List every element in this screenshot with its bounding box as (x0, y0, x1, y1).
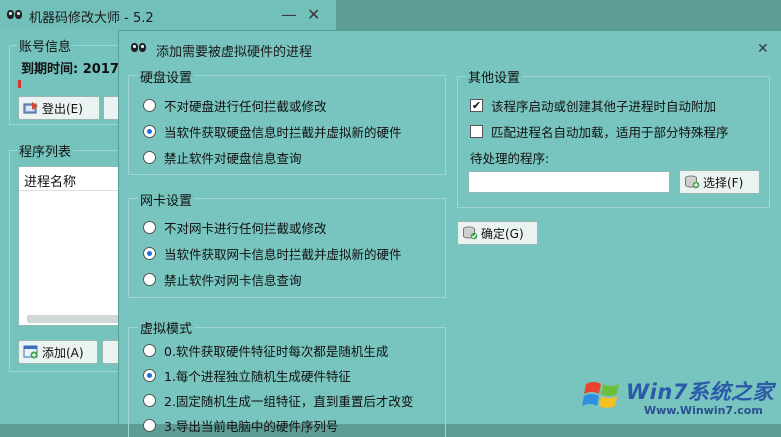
logout-label: 登出(E) (42, 101, 83, 116)
close-button[interactable]: ✕ (307, 7, 320, 23)
ok-label: 确定(G) (481, 226, 524, 241)
radio-button-selected[interactable] (143, 247, 156, 260)
disk-option-2[interactable]: 禁止软件对硬盘信息查询 (143, 148, 302, 167)
process-name-column-header[interactable]: 进程名称 (19, 167, 119, 191)
choose-label: 选择(F) (703, 175, 744, 190)
windows-logo-icon (582, 382, 619, 408)
radio-button[interactable] (143, 394, 156, 407)
virtual-mode-label: 虚拟模式 (138, 318, 195, 337)
list-scrollbar[interactable] (27, 315, 119, 323)
virtual-option-0[interactable]: 0.软件获取硬件特征时每次都是随机生成 (143, 341, 388, 360)
account-group-label: 账号信息 (17, 36, 74, 55)
match-name-checkbox[interactable] (470, 125, 483, 138)
radio-button[interactable] (143, 221, 156, 234)
site-watermark: Win7系统之家 Www.Winwin7.com (582, 372, 781, 424)
add-process-dialog: 添加需要被虚拟硬件的进程 ✕ 硬盘设置 不对硬盘进行任何拦截或修改 当软件获取硬… (118, 30, 781, 437)
radio-button-selected[interactable] (143, 369, 156, 382)
auto-attach-checkbox-row[interactable]: ✔ 该程序启动或创建其他子进程时自动附加 (470, 96, 716, 115)
nic-settings-label: 网卡设置 (138, 190, 195, 209)
disk-settings-label: 硬盘设置 (138, 67, 195, 86)
choose-button[interactable]: 选择(F) (679, 170, 760, 194)
expiry-text: 到期时间: 2017/0 (21, 62, 133, 77)
program-list-group-label: 程序列表 (17, 141, 74, 160)
add-icon (23, 345, 39, 359)
dialog-title: 添加需要被虚拟硬件的进程 (156, 45, 313, 60)
virtual-option-1[interactable]: 1.每个进程独立随机生成硬件特征 (143, 366, 351, 385)
database-add-icon (684, 175, 700, 189)
virtual-option-3[interactable]: 3.导出当前电脑中的硬件序列号 (143, 416, 338, 435)
radio-button[interactable] (143, 273, 156, 286)
radio-button[interactable] (143, 419, 156, 432)
pending-program-label: 待处理的程序: (470, 151, 550, 166)
radio-button-selected[interactable] (143, 125, 156, 138)
watermark-url: Www.Winwin7.com (644, 404, 763, 417)
main-titlebar[interactable]: 机器码修改大师 - 5.2 — ✕ (0, 0, 336, 30)
add-label: 添加(A) (42, 345, 84, 360)
disk-option-1[interactable]: 当软件获取硬盘信息时拦截并虚拟新的硬件 (143, 122, 402, 141)
database-ok-icon (462, 226, 478, 240)
radio-button[interactable] (143, 151, 156, 164)
owl-app-icon (131, 42, 147, 54)
dialog-close-button[interactable]: ✕ (757, 41, 769, 57)
watermark-title: Win7系统之家 (626, 380, 774, 404)
logout-icon (23, 101, 39, 115)
program-list[interactable]: 进程名称 (18, 166, 120, 326)
pending-program-input[interactable] (468, 171, 670, 193)
dialog-titlebar[interactable]: 添加需要被虚拟硬件的进程 ✕ (119, 31, 781, 65)
disk-option-0[interactable]: 不对硬盘进行任何拦截或修改 (143, 96, 327, 115)
nic-option-1[interactable]: 当软件获取网卡信息时拦截并虚拟新的硬件 (143, 244, 402, 263)
virtual-option-2[interactable]: 2.固定随机生成一组特征，直到重置后才改变 (143, 391, 413, 410)
radio-button[interactable] (143, 99, 156, 112)
nic-option-2[interactable]: 禁止软件对网卡信息查询 (143, 270, 302, 289)
main-window-title: 机器码修改大师 - 5.2 (29, 11, 154, 26)
owl-app-icon (7, 9, 23, 21)
expiry-progress-bar (18, 80, 21, 88)
ok-button[interactable]: 确定(G) (457, 221, 538, 245)
logout-button[interactable]: 登出(E) (18, 96, 100, 120)
auto-attach-checkbox[interactable]: ✔ (470, 99, 483, 112)
match-name-checkbox-row[interactable]: 匹配进程名自动加载，适用于部分特殊程序 (470, 122, 729, 141)
nic-option-0[interactable]: 不对网卡进行任何拦截或修改 (143, 218, 327, 237)
add-button[interactable]: 添加(A) (18, 340, 98, 364)
other-settings-label: 其他设置 (466, 67, 523, 86)
radio-button[interactable] (143, 344, 156, 357)
minimize-button[interactable]: — (281, 7, 297, 23)
